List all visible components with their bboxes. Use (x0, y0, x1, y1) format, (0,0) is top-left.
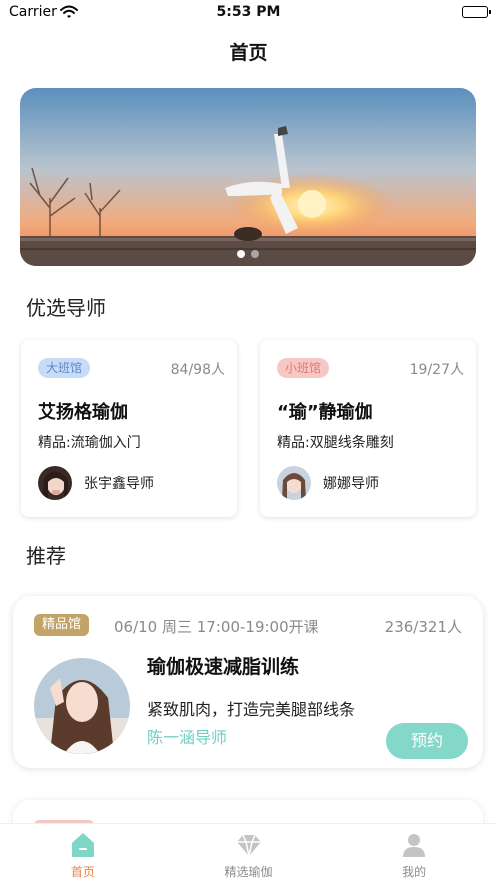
diamond-icon (236, 834, 261, 857)
status-bar: Carrier 5:53 PM (0, 0, 497, 26)
course-name: 艾扬格瑜伽 (38, 402, 128, 423)
course-subtitle: 精品:流瑜伽入门 (38, 435, 141, 451)
tab-label: 我的 (402, 865, 427, 879)
banner-carousel[interactable] (20, 88, 476, 266)
teacher-row: 娜娜导师 (277, 466, 379, 500)
teacher-avatar (277, 466, 311, 500)
book-button[interactable]: 预约 (386, 723, 468, 759)
tab-label: 精选瑜伽 (224, 865, 273, 879)
enrollment-count: 19/27人 (409, 362, 464, 378)
course-subtitle: 精品:双腿线条雕刻 (277, 435, 394, 451)
class-time: 06/10 周三 17:00-19:00开课 (114, 618, 319, 636)
teacher-card[interactable]: 大班馆 84/98人 艾扬格瑜伽 精品:流瑜伽入门 张宇鑫导师 (21, 340, 237, 517)
tab-bar: 首页 精选瑜伽 我的 (0, 823, 497, 883)
home-icon (71, 833, 94, 857)
section-title-teachers: 优选导师 (26, 296, 106, 320)
tab-label: 首页 (70, 865, 95, 879)
teacher-name-link[interactable]: 陈一涵导师 (147, 724, 227, 748)
banner-image (20, 88, 476, 266)
section-title-recommend: 推荐 (26, 544, 66, 568)
teacher-name: 张宇鑫导师 (84, 476, 154, 492)
teacher-avatar (38, 466, 72, 500)
tab-featured-yoga[interactable]: 精选瑜伽 (166, 824, 332, 883)
venue-badge: 精品馆 (34, 614, 90, 636)
battery-icon (462, 6, 491, 18)
carousel-dot-1[interactable] (237, 250, 245, 258)
course-name: “瑜”静瑜伽 (277, 402, 373, 423)
recommended-course-card[interactable]: 精品馆 06/10 周三 17:00-19:00开课 236/321人 瑜伽极速… (13, 596, 483, 768)
course-title: 瑜伽极速减脂训练 (147, 656, 300, 678)
status-time: 5:53 PM (216, 4, 281, 20)
enrollment-count: 84/98人 (170, 362, 225, 378)
enrollment-count: 236/321人 (384, 618, 462, 636)
tab-home[interactable]: 首页 (0, 824, 166, 883)
carousel-dots (20, 250, 476, 258)
page-title: 首页 (229, 42, 268, 64)
teacher-row: 张宇鑫导师 (38, 466, 154, 500)
teacher-name: 娜娜导师 (323, 476, 379, 492)
teacher-card[interactable]: 小班馆 19/27人 “瑜”静瑜伽 精品:双腿线条雕刻 娜娜导师 (260, 340, 476, 517)
course-description: 紧致肌肉，打造完美腿部线条 (147, 700, 356, 719)
teacher-avatar (34, 658, 130, 754)
user-icon (403, 834, 426, 857)
class-size-badge: 大班馆 (38, 358, 91, 378)
class-size-badge: 小班馆 (277, 358, 330, 378)
carousel-dot-2[interactable] (251, 250, 259, 258)
tab-profile[interactable]: 我的 (331, 824, 497, 883)
